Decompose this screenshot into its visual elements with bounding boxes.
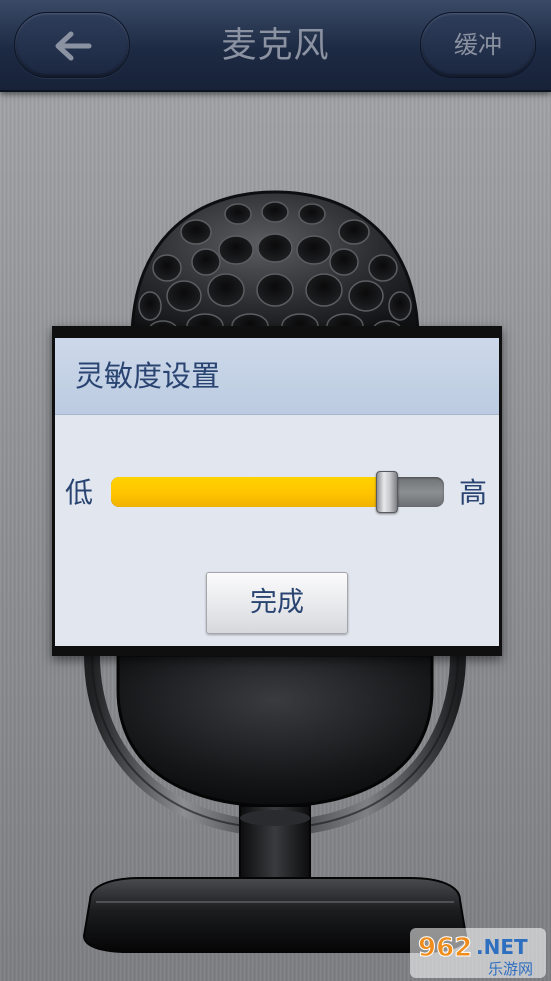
svg-text:.NET: .NET (476, 935, 528, 959)
top-bar: 麦克风 缓冲 (0, 0, 551, 92)
buffer-button[interactable]: 缓冲 (420, 12, 536, 78)
app-screen: 麦克风 缓冲 灵敏度设置 低 高 完成 962 .NET 乐游网 (0, 0, 551, 981)
svg-text:乐游网: 乐游网 (488, 960, 533, 978)
slider-low-label: 低 (65, 476, 94, 509)
svg-text:962: 962 (418, 933, 472, 963)
watermark-logo: 962 .NET 乐游网 (410, 928, 546, 978)
back-arrow-icon (55, 31, 92, 61)
microphone-base (82, 877, 468, 953)
microphone-body (84, 653, 466, 837)
slider-high-label: 高 (459, 476, 488, 509)
slider-fill (111, 477, 387, 507)
slider-thumb[interactable] (376, 471, 398, 513)
page-title: 麦克风 (221, 26, 330, 66)
back-button[interactable] (14, 12, 130, 78)
dialog-header: 灵敏度设置 (55, 338, 499, 415)
sensitivity-slider[interactable] (111, 471, 444, 513)
sensitivity-dialog: 灵敏度设置 低 高 完成 (55, 338, 499, 646)
dialog-title: 灵敏度设置 (75, 359, 221, 393)
microphone-grille (130, 190, 420, 342)
done-button[interactable]: 完成 (206, 572, 348, 634)
